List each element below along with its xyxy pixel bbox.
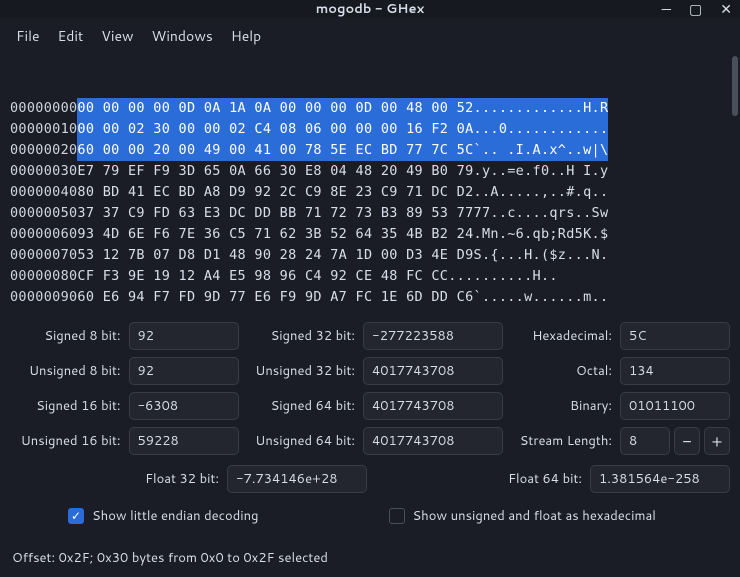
offset-col: 00000080 bbox=[10, 266, 77, 287]
label-u16: Unsigned 16 bit: bbox=[10, 432, 123, 450]
titlebar: mogodb - GHex — ▢ ✕ bbox=[0, 0, 740, 18]
scrollbar-thumb[interactable] bbox=[732, 56, 738, 116]
hex-col[interactable]: 60 E6 94 F7 FD 9D 77 E6 F9 9D A7 FC 1E 6… bbox=[77, 287, 473, 308]
label-f32: Float 32 bit: bbox=[10, 470, 221, 488]
label-s32: Signed 32 bit: bbox=[245, 327, 358, 345]
hex-col[interactable]: 60 00 00 20 00 49 00 41 00 78 5E EC BD 7… bbox=[77, 140, 473, 161]
value-s8[interactable]: 92 bbox=[129, 322, 239, 350]
menu-windows[interactable]: Windows bbox=[146, 24, 219, 48]
ascii-col[interactable]: .Mn.~6.qb;Rd5K.$ bbox=[474, 224, 609, 245]
hex-col[interactable]: 00 00 00 00 0D 0A 1A 0A 00 00 00 0D 00 4… bbox=[77, 98, 473, 119]
label-u32: Unsigned 32 bit: bbox=[245, 362, 358, 380]
label-stream: Stream Length: bbox=[509, 432, 614, 450]
label-s8: Signed 8 bit: bbox=[10, 327, 123, 345]
close-icon[interactable]: ✕ bbox=[720, 0, 732, 19]
status-bar: Offset: 0x2F; 0x30 bytes from 0x0 to 0x2… bbox=[0, 541, 740, 577]
hex-row[interactable]: 0000007053 12 7B 07 D8 D1 48 90 28 24 7A… bbox=[10, 245, 732, 266]
check-unsigned-hex-label: Show unsigned and float as hexadecimal bbox=[413, 507, 656, 525]
hex-row[interactable]: 00000080CF F3 9E 19 12 A4 E5 98 96 C4 92… bbox=[10, 266, 732, 287]
value-u32[interactable]: 4017743708 bbox=[363, 357, 503, 385]
offset-col: 00000060 bbox=[10, 224, 77, 245]
window-controls: — ▢ ✕ bbox=[662, 0, 732, 19]
label-bin: Binary: bbox=[509, 397, 614, 415]
hex-row[interactable]: 0000006093 4D 6E F6 7E 36 C5 71 62 3B 52… bbox=[10, 224, 732, 245]
value-stream[interactable]: 8 bbox=[620, 427, 670, 455]
offset-col: 00000040 bbox=[10, 182, 77, 203]
value-bin[interactable]: 01011100 bbox=[620, 392, 730, 420]
offset-col: 00000030 bbox=[10, 161, 77, 182]
ascii-col[interactable]: ..........H.. bbox=[448, 266, 558, 287]
label-u8: Unsigned 8 bit: bbox=[10, 362, 123, 380]
ascii-col[interactable]: ...0............ bbox=[474, 119, 609, 140]
value-f64[interactable]: 1.381564e-258 bbox=[590, 465, 730, 493]
checkbox-off-icon[interactable] bbox=[389, 508, 405, 524]
hex-row[interactable]: 0000005037 37 C9 FD 63 E3 DC DD BB 71 72… bbox=[10, 203, 732, 224]
ascii-col[interactable]: `.....w......m.. bbox=[474, 287, 609, 308]
hex-col[interactable]: 37 37 C9 FD 63 E3 DC DD BB 71 72 73 B3 8… bbox=[77, 203, 473, 224]
offset-col: 00000020 bbox=[10, 140, 77, 161]
check-little-endian[interactable]: Show little endian decoding bbox=[68, 507, 259, 525]
stream-plus-button[interactable]: + bbox=[704, 427, 730, 455]
value-u16[interactable]: 59228 bbox=[129, 427, 239, 455]
hex-row[interactable]: 0000001000 00 02 30 00 00 02 C4 08 06 00… bbox=[10, 119, 732, 140]
value-s64[interactable]: 4017743708 bbox=[363, 392, 503, 420]
value-u8[interactable]: 92 bbox=[129, 357, 239, 385]
ascii-col[interactable]: 77..c....qrs..Sw bbox=[474, 203, 609, 224]
hex-view[interactable]: 0000000000 00 00 00 0D 0A 1A 0A 00 00 00… bbox=[0, 56, 740, 314]
ascii-col[interactable]: .y..=e.f0..H I.y bbox=[474, 161, 609, 182]
offset-col: 00000000 bbox=[10, 98, 77, 119]
offset-col: 00000010 bbox=[10, 119, 77, 140]
menubar: File Edit View Windows Help bbox=[0, 18, 740, 56]
minimize-icon[interactable]: — bbox=[662, 0, 671, 19]
ascii-col[interactable]: .............H.R bbox=[474, 98, 609, 119]
menu-view[interactable]: View bbox=[95, 24, 139, 48]
check-unsigned-hex[interactable]: Show unsigned and float as hexadecimal bbox=[389, 507, 656, 525]
ascii-col[interactable]: ..A.....,..#.q.. bbox=[474, 182, 609, 203]
hex-row[interactable]: 0000000000 00 00 00 0D 0A 1A 0A 00 00 00… bbox=[10, 98, 732, 119]
offset-col: 00000070 bbox=[10, 245, 77, 266]
label-u64: Unsigned 64 bit: bbox=[245, 432, 358, 450]
menu-help[interactable]: Help bbox=[225, 24, 267, 48]
ascii-col[interactable]: S.{...H.($z...N. bbox=[474, 245, 609, 266]
value-panel: Signed 8 bit: 92 Signed 32 bit: -2772235… bbox=[0, 314, 740, 459]
label-s16: Signed 16 bit: bbox=[10, 397, 123, 415]
stream-minus-button[interactable]: − bbox=[674, 427, 700, 455]
hex-row[interactable]: 00000030E7 79 EF F9 3D 65 0A 66 30 E8 04… bbox=[10, 161, 732, 182]
checkbox-on-icon[interactable] bbox=[68, 508, 84, 524]
hex-row[interactable]: 0000004080 BD 41 EC BD A8 D9 92 2C C9 8E… bbox=[10, 182, 732, 203]
value-s16[interactable]: -6308 bbox=[129, 392, 239, 420]
hex-col[interactable]: 93 4D 6E F6 7E 36 C5 71 62 3B 52 64 35 4… bbox=[77, 224, 473, 245]
value-u64[interactable]: 4017743708 bbox=[363, 427, 503, 455]
label-f64: Float 64 bit: bbox=[373, 470, 584, 488]
value-hex[interactable]: 5C bbox=[620, 322, 730, 350]
checkbox-row: Show little endian decoding Show unsigne… bbox=[0, 499, 740, 533]
label-hex: Hexadecimal: bbox=[509, 327, 614, 345]
label-s64: Signed 64 bit: bbox=[245, 397, 358, 415]
maximize-icon[interactable]: ▢ bbox=[689, 0, 702, 19]
label-oct: Octal: bbox=[509, 362, 614, 380]
menu-file[interactable]: File bbox=[10, 24, 46, 48]
hex-col[interactable]: 53 12 7B 07 D8 D1 48 90 28 24 7A 1D 00 D… bbox=[77, 245, 473, 266]
hex-col[interactable]: 00 00 02 30 00 00 02 C4 08 06 00 00 00 1… bbox=[77, 119, 473, 140]
window-title: mogodb - GHex bbox=[316, 0, 425, 18]
menu-edit[interactable]: Edit bbox=[52, 24, 90, 48]
hex-col[interactable]: E7 79 EF F9 3D 65 0A 66 30 E8 04 48 20 4… bbox=[77, 161, 473, 182]
check-little-endian-label: Show little endian decoding bbox=[92, 507, 259, 525]
value-f32[interactable]: -7.734146e+28 bbox=[227, 465, 367, 493]
value-s32[interactable]: -277223588 bbox=[363, 322, 503, 350]
hex-row[interactable]: 0000009060 E6 94 F7 FD 9D 77 E6 F9 9D A7… bbox=[10, 287, 732, 308]
offset-col: 00000050 bbox=[10, 203, 77, 224]
hex-row[interactable]: 0000002060 00 00 20 00 49 00 41 00 78 5E… bbox=[10, 140, 732, 161]
offset-col: 00000090 bbox=[10, 287, 77, 308]
value-oct[interactable]: 134 bbox=[620, 357, 730, 385]
hex-col[interactable]: 80 BD 41 EC BD A8 D9 92 2C C9 8E 23 C9 7… bbox=[77, 182, 473, 203]
hex-col[interactable]: CF F3 9E 19 12 A4 E5 98 96 C4 92 CE 48 F… bbox=[77, 266, 448, 287]
float-row: Float 32 bit: -7.734146e+28 Float 64 bit… bbox=[0, 459, 740, 499]
ascii-col[interactable]: `.. .I.A.x^..w|\ bbox=[474, 140, 609, 161]
